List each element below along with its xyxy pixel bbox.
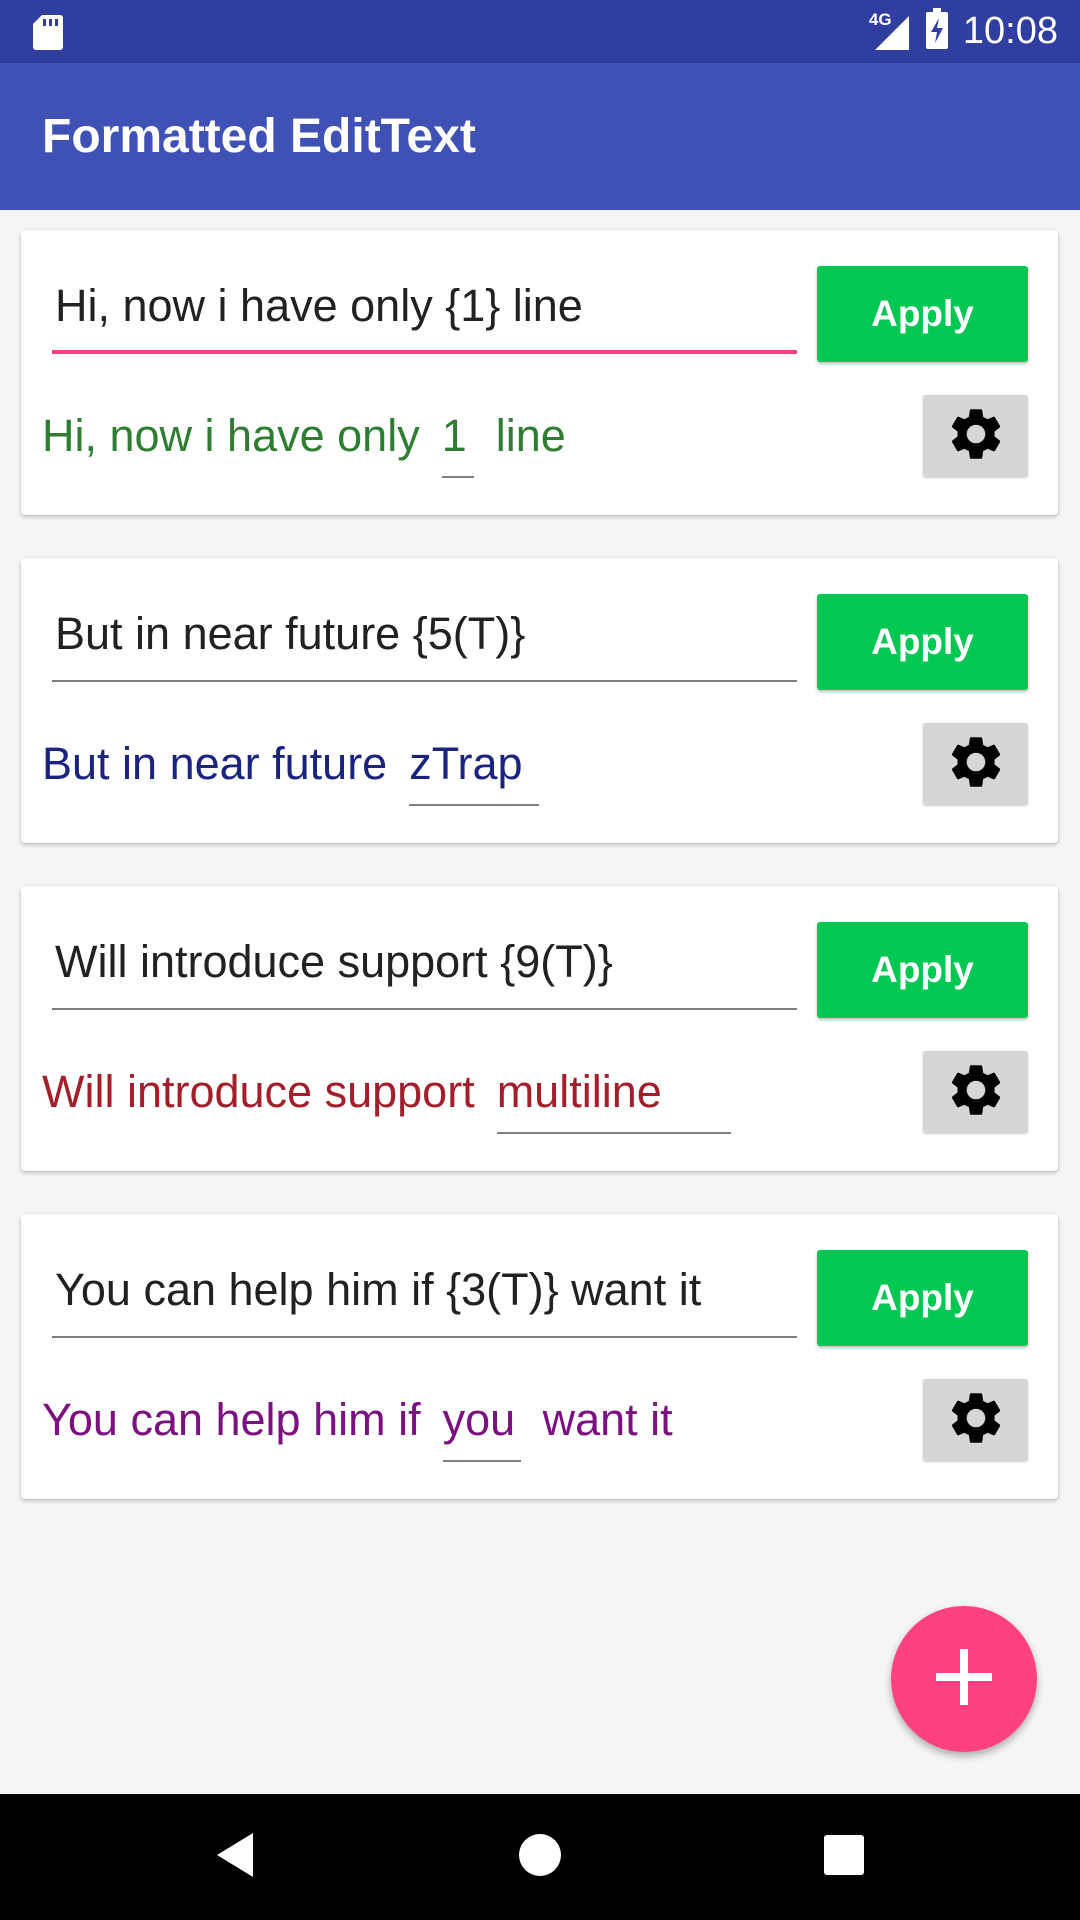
recents-button[interactable] — [804, 1794, 884, 1920]
gear-icon — [945, 1059, 1007, 1126]
add-format-fab[interactable] — [891, 1606, 1037, 1752]
format-card: Hi, now i have only {1} line Apply Hi, n… — [21, 230, 1058, 515]
home-button[interactable] — [500, 1794, 580, 1920]
card-list: Hi, now i have only {1} line Apply Hi, n… — [0, 210, 1080, 1794]
navigation-bar — [0, 1794, 1080, 1920]
settings-button[interactable] — [923, 1379, 1028, 1461]
plus-icon — [932, 1645, 996, 1714]
preview-text-before: But in near future — [42, 738, 388, 789]
formatted-preview: Will introduce support multiline — [42, 1064, 753, 1138]
formatted-preview: But in near future zTrap — [42, 736, 561, 810]
recents-icon — [823, 1834, 865, 1881]
apply-button[interactable]: Apply — [817, 922, 1028, 1018]
app-bar: Formatted EditText — [0, 63, 1080, 210]
format-card: You can help him if {3(T)} want it Apply… — [21, 1214, 1058, 1499]
signal-icon: 4G — [869, 10, 911, 52]
gear-icon — [945, 731, 1007, 798]
format-input[interactable]: But in near future {5(T)} — [52, 608, 797, 682]
preview-text-before: Hi, now i have only — [42, 410, 420, 461]
format-card: Will introduce support {9(T)} Apply Will… — [21, 886, 1058, 1171]
settings-button[interactable] — [923, 1051, 1028, 1133]
formatted-preview: You can help him if you want it — [42, 1392, 673, 1466]
status-time: 10:08 — [962, 10, 1058, 52]
home-icon — [517, 1832, 563, 1883]
battery-charging-icon — [925, 8, 949, 55]
preview-field-input[interactable]: zTrap — [409, 736, 540, 806]
format-input[interactable]: Will introduce support {9(T)} — [52, 936, 797, 1010]
format-card: But in near future {5(T)} Apply But in n… — [21, 558, 1058, 843]
gear-icon — [945, 403, 1007, 470]
settings-button[interactable] — [923, 395, 1028, 477]
back-icon — [213, 1831, 257, 1884]
settings-button[interactable] — [923, 723, 1028, 805]
preview-text-before: You can help him if — [42, 1394, 421, 1445]
app-title: Formatted EditText — [42, 110, 476, 163]
sd-card-icon — [32, 13, 64, 56]
apply-button[interactable]: Apply — [817, 266, 1028, 362]
preview-text-after: want it — [542, 1394, 673, 1445]
preview-text-after: line — [495, 410, 566, 461]
preview-field-input[interactable]: 1 — [441, 408, 474, 478]
preview-text-before: Will introduce support — [42, 1066, 475, 1117]
formatted-preview: Hi, now i have only 1 line — [42, 408, 566, 482]
gear-icon — [945, 1387, 1007, 1454]
apply-button[interactable]: Apply — [817, 1250, 1028, 1346]
apply-button[interactable]: Apply — [817, 594, 1028, 690]
preview-field-input[interactable]: multiline — [496, 1064, 731, 1134]
format-input[interactable]: Hi, now i have only {1} line — [52, 280, 797, 354]
format-input[interactable]: You can help him if {3(T)} want it — [52, 1264, 797, 1338]
status-bar: 4G 10:08 — [0, 0, 1080, 63]
preview-field-input[interactable]: you — [442, 1392, 521, 1462]
back-button[interactable] — [195, 1794, 275, 1920]
